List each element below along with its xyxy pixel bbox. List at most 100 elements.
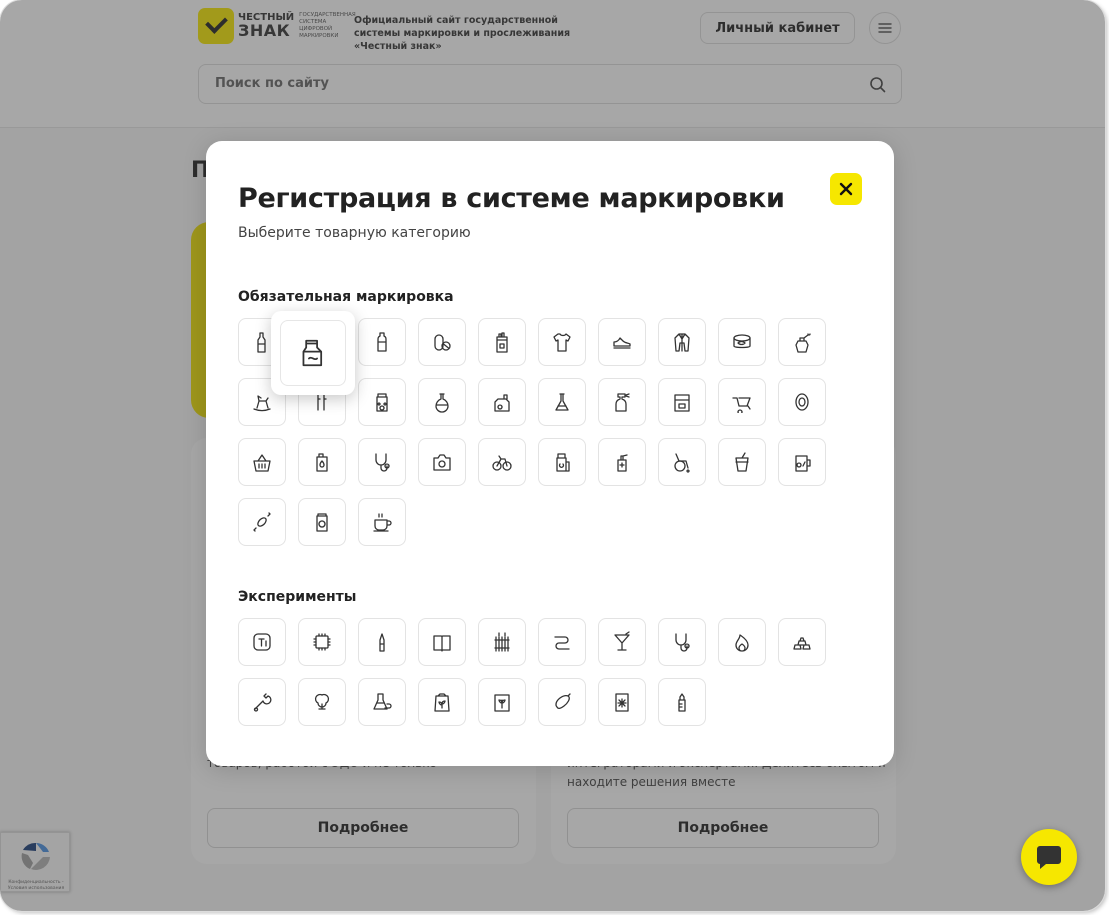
sausage-icon (555, 693, 571, 710)
category-tile[interactable] (358, 378, 406, 426)
category-tile[interactable] (778, 378, 826, 426)
category-tile[interactable] (658, 438, 706, 486)
category-tile[interactable] (538, 678, 586, 726)
category-tile[interactable] (538, 378, 586, 426)
pet-food-jar-icon (376, 393, 388, 412)
oil-canister-icon (316, 453, 328, 472)
category-tile[interactable] (598, 618, 646, 666)
category-tile[interactable] (778, 318, 826, 366)
category-tile[interactable] (718, 438, 766, 486)
category-tile[interactable] (658, 378, 706, 426)
wheelchair-icon (674, 453, 690, 473)
shoe-icon (613, 337, 631, 349)
tire-icon (795, 393, 809, 411)
lab-flask-icon (555, 393, 569, 411)
category-tile[interactable] (658, 678, 706, 726)
category-tile[interactable] (658, 618, 706, 666)
cable-icon (554, 636, 570, 650)
category-tile[interactable] (418, 678, 466, 726)
category-tile[interactable] (298, 618, 346, 666)
category-tile[interactable] (658, 318, 706, 366)
category-tile[interactable] (358, 498, 406, 546)
microchip-icon (313, 633, 331, 651)
category-tile[interactable] (358, 618, 406, 666)
category-tile[interactable] (358, 318, 406, 366)
category-tile[interactable] (538, 438, 586, 486)
category-tile[interactable] (418, 618, 466, 666)
canned-fish-icon (733, 334, 751, 349)
beer-zero-icon (795, 455, 811, 472)
category-tile[interactable] (778, 618, 826, 666)
category-tile[interactable] (478, 378, 526, 426)
fur-coat-icon (674, 333, 690, 352)
category-tile[interactable] (538, 618, 586, 666)
fire-icon (735, 634, 749, 652)
stethoscope-icon (375, 453, 390, 472)
seed-bag-icon (434, 693, 450, 712)
category-tile-hovered[interactable] (271, 311, 355, 395)
close-button[interactable] (830, 173, 862, 205)
construction-materials-icon (674, 394, 690, 412)
category-tile[interactable] (418, 318, 466, 366)
category-tile[interactable] (238, 438, 286, 486)
category-tile[interactable] (598, 678, 646, 726)
close-icon (839, 182, 853, 196)
category-tile[interactable] (418, 378, 466, 426)
water-bottle-icon (377, 332, 387, 352)
category-tile[interactable] (238, 678, 286, 726)
category-tile[interactable] (478, 318, 526, 366)
candy-icon (253, 512, 271, 532)
wheelbarrow-icon (732, 397, 751, 413)
category-tile[interactable] (238, 618, 286, 666)
category-tile[interactable] (358, 438, 406, 486)
category-tile[interactable] (598, 438, 646, 486)
spray-bottle-icon (615, 393, 630, 412)
category-tile[interactable] (478, 678, 526, 726)
tobacco-pack-icon (496, 332, 508, 353)
rocking-horse-icon (253, 395, 271, 412)
category-tile[interactable] (478, 618, 526, 666)
dairy-carton-icon (302, 339, 323, 367)
experiments-section-title: Эксперименты (238, 589, 357, 605)
perfume-icon (795, 333, 811, 353)
vape-icon (379, 633, 385, 652)
registration-modal: Регистрация в системе маркировки Выберит… (206, 141, 894, 766)
category-tile[interactable] (718, 378, 766, 426)
cosmetics-icon (494, 394, 510, 412)
category-tile[interactable] (418, 438, 466, 486)
chat-button[interactable] (1021, 829, 1077, 885)
soft-drink-icon (735, 452, 749, 472)
cocktail-glass-icon (614, 631, 630, 651)
radiator-icon (494, 632, 510, 652)
category-tile[interactable] (478, 438, 526, 486)
bicycle-icon (492, 455, 512, 471)
category-tile[interactable] (538, 318, 586, 366)
modal-title: Регистрация в системе маркировки (238, 183, 785, 214)
experiments-category-grid (238, 618, 826, 726)
supplements-icon (556, 453, 570, 472)
category-tile[interactable] (778, 438, 826, 486)
category-tile[interactable] (718, 318, 766, 366)
chat-icon (1037, 846, 1061, 869)
category-tile[interactable] (598, 318, 646, 366)
medicine-pills-icon (434, 334, 451, 351)
book-icon (433, 635, 451, 652)
gold-bars-icon (793, 637, 811, 650)
titanium-icon (253, 633, 271, 651)
stethoscope-icon (675, 633, 690, 652)
category-tile[interactable] (238, 498, 286, 546)
category-tile[interactable] (358, 678, 406, 726)
category-tile[interactable] (298, 678, 346, 726)
antiseptic-icon (617, 454, 628, 472)
category-tile[interactable] (298, 438, 346, 486)
mandatory-section-title: Обязательная маркировка (238, 289, 454, 305)
category-tile[interactable] (298, 498, 346, 546)
camera-icon (433, 454, 451, 471)
category-tile[interactable] (718, 618, 766, 666)
frozen-bag-icon (615, 693, 629, 712)
tea-icon (373, 693, 392, 710)
browser-frame: ЧЕСТНЫЙ ЗНАК государственная система циф… (0, 0, 1105, 911)
category-tile[interactable] (598, 378, 646, 426)
grocery-basket-icon (253, 454, 271, 472)
pet-supplies-icon (494, 694, 510, 712)
